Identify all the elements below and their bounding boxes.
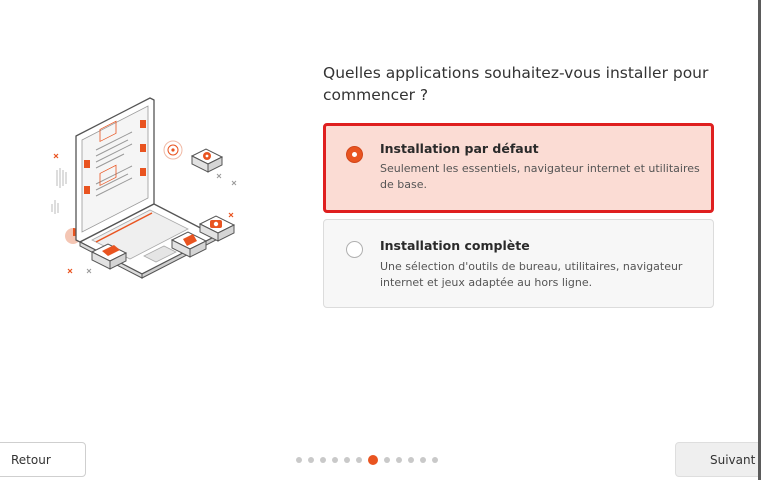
progress-dot[interactable] [384, 457, 390, 463]
option-title: Installation par défaut [380, 141, 539, 156]
option-title: Installation complète [380, 238, 530, 253]
progress-dot[interactable] [396, 457, 402, 463]
page-question: Quelles applications souhaitez-vous inst… [323, 64, 709, 104]
full-installation-option[interactable]: Installation complète Une sélection d'ou… [323, 219, 714, 308]
laptop-apps-illustration [51, 97, 237, 279]
progress-dot[interactable] [420, 457, 426, 463]
radio-unselected-icon[interactable] [346, 241, 363, 258]
next-button[interactable]: Suivant [675, 442, 761, 477]
progress-dot[interactable] [432, 457, 438, 463]
progress-dot[interactable] [356, 457, 362, 463]
progress-dot[interactable] [320, 457, 326, 463]
progress-dot-current[interactable] [368, 455, 378, 465]
progress-dot[interactable] [344, 457, 350, 463]
option-description: Seulement les essentiels, navigateur int… [380, 162, 700, 191]
default-installation-option[interactable]: Installation par défaut Seulement les es… [323, 123, 714, 213]
radio-selected-icon[interactable] [346, 146, 363, 163]
progress-dot[interactable] [308, 457, 314, 463]
installer-page: Quelles applications souhaitez-vous inst… [0, 0, 761, 480]
option-description: Une sélection d'outils de bureau, utilit… [380, 260, 683, 289]
progress-dot[interactable] [408, 457, 414, 463]
progress-dots [296, 455, 444, 465]
progress-dot[interactable] [332, 457, 338, 463]
progress-dot[interactable] [296, 457, 302, 463]
back-button[interactable]: Retour [0, 442, 86, 477]
